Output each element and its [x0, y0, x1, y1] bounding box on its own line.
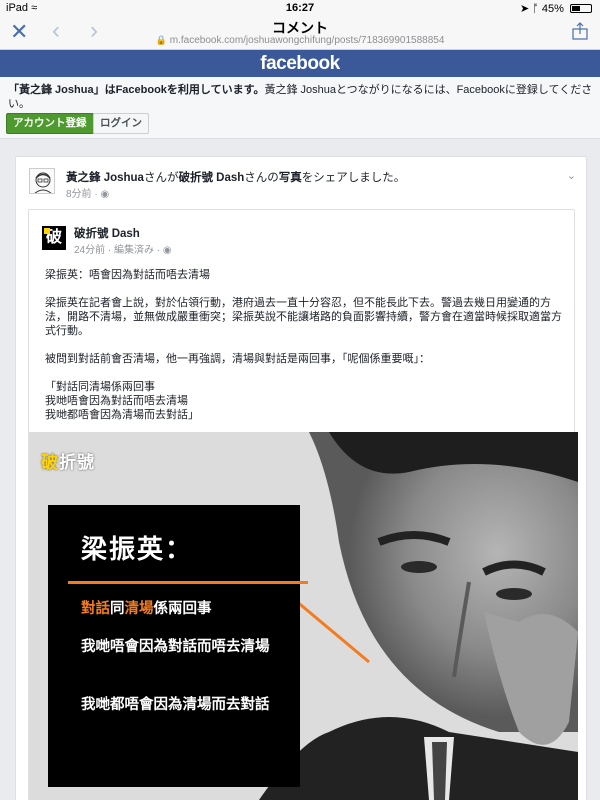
quote-panel-headline: 梁振英：: [81, 534, 194, 564]
post-paragraph: 被問到對話前會否清場，他一再強調，清場與對話是兩回事，「呢個係重要嘅」：: [45, 353, 430, 365]
signup-banner: 「黃之鋒 Joshua」はFacebookを利用しています。黃之鋒 Joshua…: [0, 77, 600, 139]
globe-icon: ◉: [100, 189, 110, 200]
quote-panel-line-3: 我哋都唔會因為清場而去對話: [81, 697, 270, 713]
photo-watermark: 破折號: [41, 448, 95, 473]
shared-post-meta: 24分前 · 編集済み · ◉: [74, 241, 172, 256]
address-bar[interactable]: 🔒 m.facebook.com/joshuawongchifung/posts/…: [0, 35, 600, 46]
avatar[interactable]: [29, 168, 55, 194]
globe-icon: ◉: [162, 245, 172, 256]
post-paragraph: 梁振英在記者會上說，對於佔領行動，港府過去一直十分容忍，但不能長此下去。警過去幾…: [45, 297, 562, 337]
story-text-1: さんが: [143, 172, 179, 184]
register-button[interactable]: アカウント登録: [6, 113, 94, 134]
quote-panel-divider: [68, 581, 308, 584]
facebook-header: facebook: [0, 50, 600, 77]
shared-page-link[interactable]: 破折號 Dash: [178, 172, 244, 184]
quote-panel-line-1: 對話同清場係兩回事: [81, 599, 281, 619]
photo-link[interactable]: 写真: [279, 172, 302, 184]
story-headline: 黃之鋒 Joshuaさんが破折號 Dashさんの写真をシェアしました。: [66, 169, 405, 185]
story-timestamp[interactable]: 8分前: [66, 189, 92, 200]
quote-panel-highlight: 對話: [81, 601, 110, 617]
story-text-3: をシェアしました。: [301, 172, 406, 184]
url-text: m.facebook.com/joshuawongchifung/posts/7…: [169, 35, 445, 46]
avatar-accent: [44, 228, 50, 234]
quote-panel-text: 同: [110, 601, 125, 617]
login-button[interactable]: ログイン: [93, 113, 149, 134]
battery-icon: [570, 4, 592, 13]
share-icon[interactable]: [572, 22, 588, 40]
status-right: ➤ ᚩ 45%: [520, 2, 592, 15]
quote-panel-line-2: 我哋唔會因為對話而唔去清場: [81, 639, 270, 655]
post-body: 梁振英：唔會因為對話而唔去清場 梁振英在記者會上說，對於佔領行動，港府過去一直十…: [45, 268, 565, 422]
browser-nav-bar: ✕ ‹ › コメント 🔒 m.facebook.com/joshuawongchi…: [0, 16, 600, 50]
bluetooth-icon: ᚩ: [532, 3, 539, 15]
status-time: 16:27: [285, 2, 315, 14]
author-link[interactable]: 黃之鋒 Joshua: [66, 172, 144, 184]
page-name-link[interactable]: 破折號 Dash: [74, 225, 140, 241]
post-photo[interactable]: 破折號 梁振英： 對話同清場係兩回事 我哋唔會因為對話而唔去清場 我哋都唔會因為…: [29, 432, 578, 800]
lock-icon: 🔒: [155, 35, 167, 45]
signup-message: 「黃之鋒 Joshua」はFacebookを利用しています。黃之鋒 Joshua…: [8, 83, 596, 111]
facebook-logo[interactable]: facebook: [260, 53, 340, 74]
avatar-portrait-icon: [34, 172, 52, 193]
story-meta: 8分前 · ◉: [66, 189, 110, 200]
quote-line: 我哋唔會因為對話而唔去清場: [45, 395, 188, 407]
page-avatar[interactable]: 破: [42, 226, 66, 250]
signup-message-name: 「黃之鋒 Joshua」はFacebookを利用しています。: [8, 84, 265, 96]
quote-panel-highlight: 清場: [124, 601, 154, 617]
story-text-2: さんの: [244, 172, 279, 184]
quote-line: 「對話同清場係兩回事: [45, 381, 155, 393]
post-paragraph: 梁振英：唔會因為對話而唔去清場: [45, 269, 210, 281]
quote-panel-text: 係兩回事: [153, 601, 212, 617]
shared-post-meta-text: 24分前 · 編集済み ·: [74, 245, 161, 256]
location-icon: ➤: [519, 3, 530, 15]
status-bar: iPad ≈ 16:27 ➤ ᚩ 45%: [0, 0, 600, 16]
watermark-accent: 破: [41, 453, 59, 472]
battery-percentage: 45%: [541, 3, 564, 15]
quote-line: 我哋都唔會因為清場而去對話」: [45, 409, 199, 421]
chevron-down-icon[interactable]: ⌄: [567, 169, 576, 182]
watermark-text: 折號: [59, 453, 95, 472]
quote-panel: 梁振英： 對話同清場係兩回事 我哋唔會因為對話而唔去清場 我哋都唔會因為清場而去…: [48, 505, 308, 787]
